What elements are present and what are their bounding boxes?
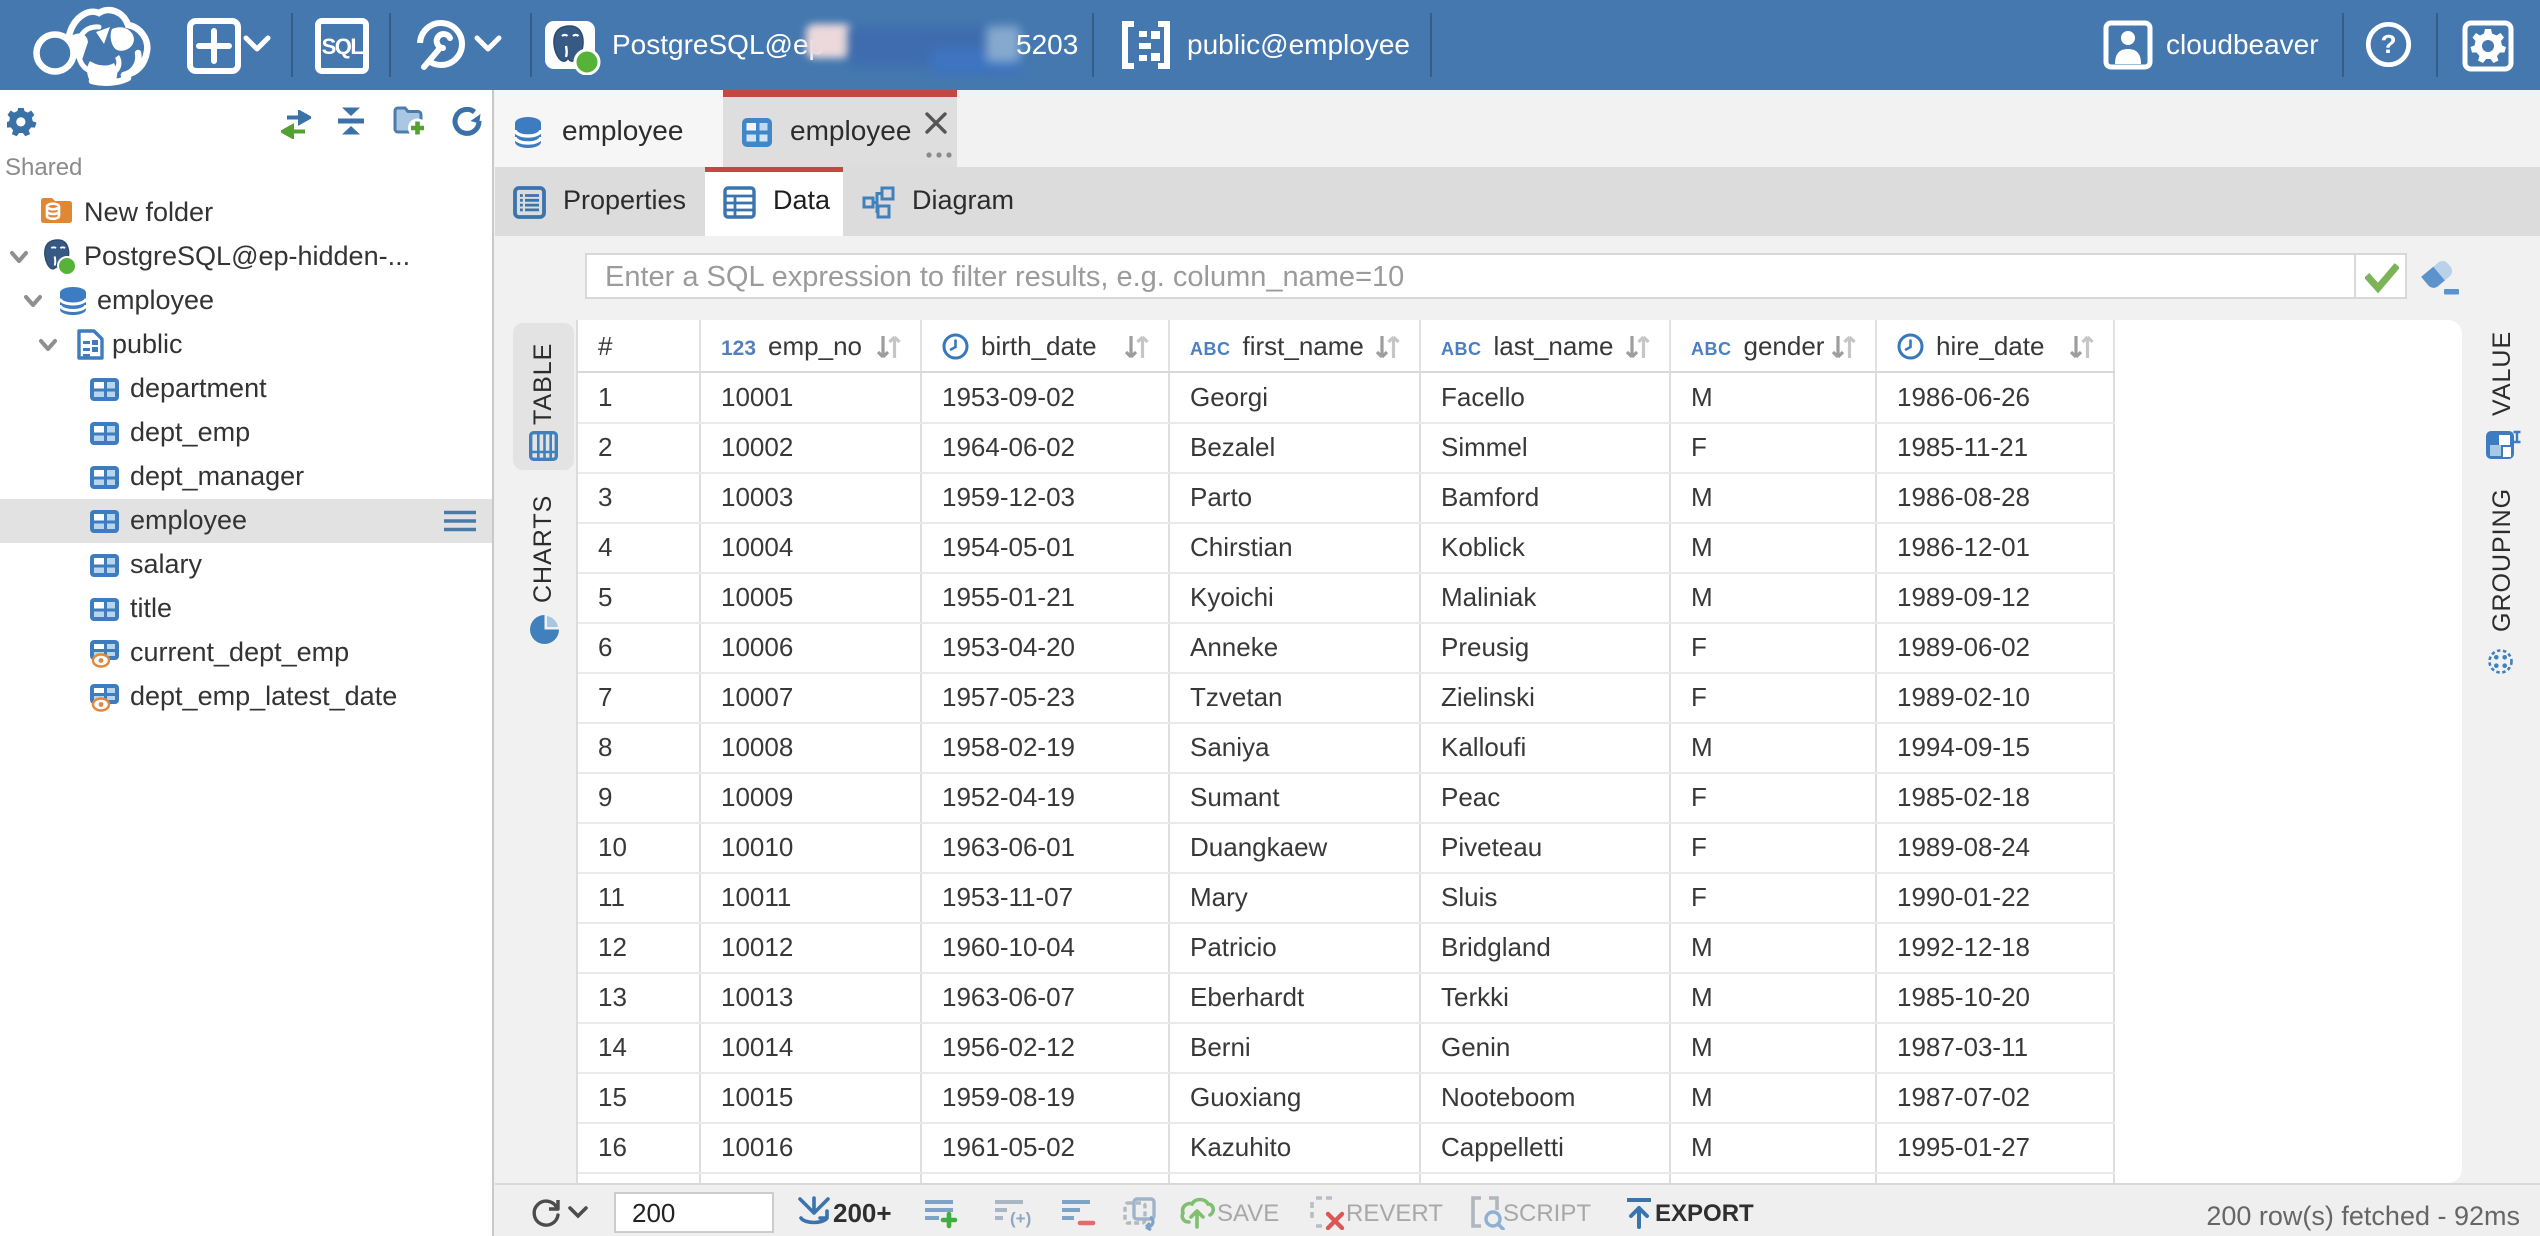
svg-text:?: ? <box>2380 29 2396 59</box>
svg-text:(+): (+) <box>1010 1209 1031 1228</box>
svg-text:SQL: SQL <box>322 34 364 59</box>
